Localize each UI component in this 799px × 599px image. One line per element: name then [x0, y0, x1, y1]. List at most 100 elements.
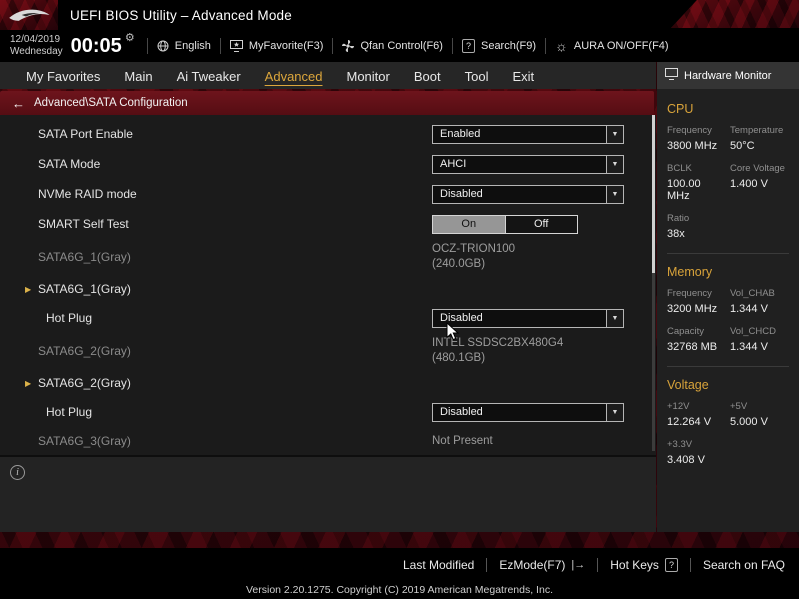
rog-eye-icon — [9, 9, 50, 21]
drive-size: (480.1GB) — [432, 352, 486, 364]
hardware-monitor-panel: Hardware Monitor CPU Frequency 3800 MHz … — [657, 62, 799, 532]
setting-row: NVMe RAID mode Disabled ▼ — [0, 179, 656, 209]
divider — [689, 557, 691, 572]
tab-ai-tweaker[interactable]: Ai Tweaker — [165, 64, 253, 89]
stat-cpu-core-voltage: Core Voltage 1.400 V — [730, 163, 785, 190]
hot-plug-dropdown-2[interactable]: Disabled ▼ — [432, 402, 624, 422]
aura-icon: ☼ — [555, 38, 568, 54]
divider — [451, 38, 453, 54]
smart-self-test-toggle[interactable]: On Off — [432, 214, 578, 234]
divider — [545, 38, 547, 54]
drive-model: OCZ-TRION100 — [432, 243, 516, 256]
search-on-faq-button[interactable]: Search on FAQ — [703, 558, 785, 572]
setting-label: SATA Mode — [38, 157, 101, 171]
last-modified-button[interactable]: Last Modified — [403, 558, 474, 572]
hardware-monitor-body: CPU Frequency 3800 MHz Temperature 50°C … — [657, 89, 799, 477]
cpu-stats: Frequency 3800 MHz Temperature 50°C BCLK… — [667, 125, 789, 251]
setting-row: SATA Port Enable Enabled ▼ — [0, 119, 656, 149]
corner-texture — [671, 0, 799, 28]
footer-bar: Last Modified EzMode(F7) |→ Hot Keys ? S… — [0, 548, 799, 581]
setting-label: NVMe RAID mode — [38, 187, 137, 201]
tab-monitor[interactable]: Monitor — [335, 64, 402, 89]
monitor-icon — [665, 68, 678, 83]
fan-icon — [342, 40, 355, 52]
tab-exit[interactable]: Exit — [500, 64, 546, 89]
expandable-row-sata6g2[interactable]: ▶ SATA6G_2(Gray) — [0, 369, 656, 397]
search-button[interactable]: ? Search(F9) — [461, 39, 536, 53]
stat-cpu-bclk: BCLK 100.00 MHz — [667, 163, 701, 202]
setting-label: Hot Plug — [46, 405, 93, 419]
dropdown-value: Disabled — [440, 188, 483, 200]
aura-button[interactable]: ☼ AURA ON/OFF(F4) — [555, 39, 669, 53]
weekday-text: Wednesday — [10, 46, 63, 57]
globe-icon — [157, 40, 169, 52]
qfan-label: Qfan Control(F6) — [360, 40, 443, 52]
drive-info: Not Present — [432, 434, 493, 449]
divider — [332, 38, 334, 54]
help-info-panel: i — [0, 455, 656, 532]
tab-tool[interactable]: Tool — [453, 64, 501, 89]
tab-main[interactable]: Main — [112, 64, 164, 89]
stat-cpu-ratio: Ratio 38x — [667, 213, 690, 240]
drive-info-row: SATA6G_2(Gray) INTEL SSDSC2BX480G4 (480.… — [0, 333, 656, 369]
scrollbar-track — [652, 115, 655, 451]
divider — [667, 253, 789, 254]
language-button[interactable]: English — [157, 40, 211, 52]
main-column: My Favorites Main Ai Tweaker Advanced Mo… — [0, 62, 656, 548]
drive-port-label: SATA6G_3(Gray) — [38, 434, 131, 448]
qfan-button[interactable]: Qfan Control(F6) — [342, 40, 443, 52]
hot-plug-dropdown-1[interactable]: Disabled ▼ — [432, 308, 624, 328]
breadcrumb-path: Advanced\SATA Configuration — [34, 97, 188, 109]
time-text: 00:05 — [70, 34, 122, 57]
bios-screen: { "titlebar": { "title": "UEFI BIOS Util… — [0, 0, 799, 599]
nvme-raid-mode-dropdown[interactable]: Disabled ▼ — [432, 184, 624, 204]
scrollbar-thumb[interactable] — [652, 115, 655, 273]
memory-stats: Frequency 3200 MHz Vol_CHAB 1.344 V Capa… — [667, 288, 789, 364]
sata-port-enable-dropdown[interactable]: Enabled ▼ — [432, 124, 624, 144]
rog-logo — [0, 0, 58, 30]
cpu-section-heading: CPU — [667, 102, 694, 116]
expandable-row-sata6g1[interactable]: ▶ SATA6G_1(Gray) — [0, 275, 656, 303]
divider — [486, 557, 488, 572]
hot-keys-button[interactable]: Hot Keys ? — [610, 557, 678, 572]
toggle-on[interactable]: On — [433, 215, 505, 233]
expand-arrow-icon: ▶ — [25, 378, 32, 388]
drive-info-row: SATA6G_1(Gray) OCZ-TRION100 (240.0GB) — [0, 239, 656, 275]
hot-keys-question-icon: ? — [664, 557, 678, 572]
myfavorite-label: MyFavorite(F3) — [248, 40, 324, 52]
setting-label: SATA6G_2(Gray) — [38, 376, 131, 390]
memory-section-heading: Memory — [667, 265, 713, 279]
toggle-off[interactable]: Off — [504, 215, 577, 233]
page-title: UEFI BIOS Utility – Advanced Mode — [70, 7, 292, 23]
dropdown-value: Disabled — [440, 406, 483, 418]
stat-mem-frequency: Frequency 3200 MHz — [667, 288, 718, 315]
dropdown-value: AHCI — [440, 158, 467, 170]
chevron-down-icon: ▼ — [606, 309, 623, 327]
tab-advanced[interactable]: Advanced — [253, 64, 335, 89]
ezmode-button[interactable]: EzMode(F7) |→ — [499, 558, 585, 572]
setting-row: SATA Mode AHCI ▼ — [0, 149, 656, 179]
stat-cpu-temperature: Temperature 50°C — [730, 125, 784, 152]
hardware-monitor-header: Hardware Monitor — [657, 62, 799, 89]
expand-arrow-icon: ▶ — [25, 284, 32, 294]
clock-display: 00:05 ⚙ — [70, 32, 135, 58]
myfavorite-button[interactable]: MyFavorite(F3) — [229, 40, 324, 52]
myfavorite-icon — [229, 40, 243, 52]
chevron-down-icon: ▼ — [606, 403, 623, 421]
clock-settings-gear-icon[interactable]: ⚙ — [125, 31, 135, 44]
tab-boot[interactable]: Boot — [402, 64, 453, 89]
breadcrumb: ← Advanced\SATA Configuration — [0, 91, 654, 115]
stat-5v: +5V 5.000 V — [730, 401, 768, 428]
back-arrow-icon[interactable]: ← — [12, 96, 25, 111]
hardware-monitor-title: Hardware Monitor — [684, 69, 772, 82]
version-text: Version 2.20.1275. Copyright (C) 2019 Am… — [0, 581, 799, 599]
tab-my-favorites[interactable]: My Favorites — [14, 64, 112, 89]
ezmode-exit-icon: |→ — [571, 558, 586, 571]
setting-row: Hot Plug Disabled ▼ — [0, 397, 656, 427]
sata-mode-dropdown[interactable]: AHCI ▼ — [432, 154, 624, 174]
stat-3v3: +3.3V 3.408 V — [667, 439, 705, 466]
drive-port-label: SATA6G_1(Gray) — [38, 250, 131, 264]
divider — [597, 557, 599, 572]
voltage-stats: +12V 12.264 V +5V 5.000 V +3.3V 3.408 V — [667, 401, 789, 477]
date-text: 12/04/2019 — [10, 33, 61, 45]
